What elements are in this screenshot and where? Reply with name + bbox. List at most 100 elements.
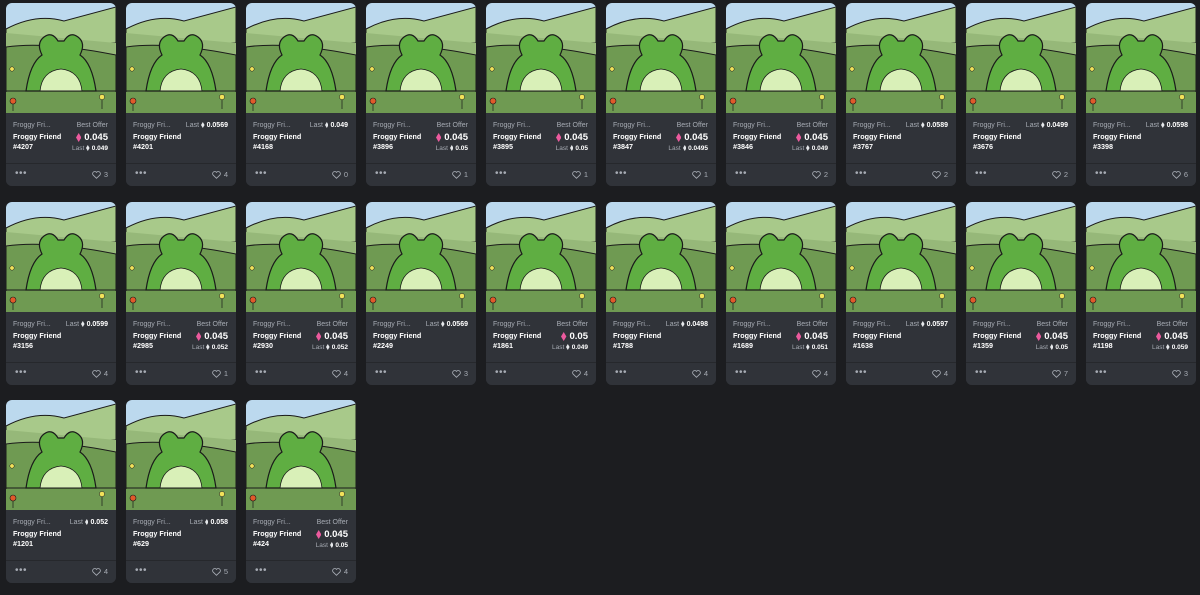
eth-icon xyxy=(195,331,202,341)
favorite-button[interactable]: 2 xyxy=(932,170,948,179)
favorite-button[interactable]: 4 xyxy=(812,369,828,378)
favorite-button[interactable]: 4 xyxy=(332,369,348,378)
more-options-button[interactable]: ••• xyxy=(255,565,267,576)
nft-card-3676[interactable]: Froggy Fri... Froggy Friend #3676 Last 0.… xyxy=(966,3,1076,186)
collection-name: Froggy Fri... xyxy=(253,122,291,129)
more-options-button[interactable]: ••• xyxy=(375,168,387,179)
nft-card-2985[interactable]: Froggy Fri... Froggy Friend #2985 Best Of… xyxy=(126,202,236,385)
more-options-button[interactable]: ••• xyxy=(15,565,27,576)
more-options-button[interactable]: ••• xyxy=(495,168,507,179)
nft-card-4168[interactable]: Froggy Fri... Froggy Friend #4168 Last 0.… xyxy=(246,3,356,186)
nft-card-4207[interactable]: Froggy Fri... Froggy Friend #4207 Best Of… xyxy=(6,3,116,186)
favorite-button[interactable]: 6 xyxy=(1172,170,1188,179)
nft-card-3896[interactable]: Froggy Fri... Froggy Friend #3896 Best Of… xyxy=(366,3,476,186)
more-options-button[interactable]: ••• xyxy=(1095,367,1107,378)
more-options-button[interactable]: ••• xyxy=(975,367,987,378)
nft-card-1788[interactable]: Froggy Fri... Froggy Friend #1788 Last 0.… xyxy=(606,202,716,385)
favorite-button[interactable]: 3 xyxy=(452,369,468,378)
nft-card-1689[interactable]: Froggy Fri... Froggy Friend #1689 Best Of… xyxy=(726,202,836,385)
more-options-button[interactable]: ••• xyxy=(375,367,387,378)
card-info: Froggy Fri... Froggy Friend #4207 Best Of… xyxy=(6,113,116,163)
nft-card-3156[interactable]: Froggy Fri... Froggy Friend #3156 Last 0.… xyxy=(6,202,116,385)
more-options-button[interactable]: ••• xyxy=(135,565,147,576)
token-name: Froggy Friend #3846 xyxy=(733,132,782,151)
price-label: Best Offer xyxy=(556,321,588,328)
froggy-friend-image xyxy=(246,3,356,113)
favorite-button[interactable]: 1 xyxy=(212,369,228,378)
more-options-button[interactable]: ••• xyxy=(855,168,867,179)
more-options-button[interactable]: ••• xyxy=(495,367,507,378)
heart-icon xyxy=(212,171,221,179)
more-options-button[interactable]: ••• xyxy=(135,367,147,378)
favorite-button[interactable]: 1 xyxy=(572,170,588,179)
froggy-friend-image xyxy=(846,3,956,113)
more-options-button[interactable]: ••• xyxy=(255,367,267,378)
more-options-button[interactable]: ••• xyxy=(1095,168,1107,179)
favorite-button[interactable]: 4 xyxy=(212,170,228,179)
token-name: Froggy Friend #3767 xyxy=(853,132,902,151)
nft-card-3895[interactable]: Froggy Fri... Froggy Friend #3895 Best Of… xyxy=(486,3,596,186)
nft-card-2930[interactable]: Froggy Fri... Froggy Friend #2930 Best Of… xyxy=(246,202,356,385)
nft-card-3846[interactable]: Froggy Fri... Froggy Friend #3846 Best Of… xyxy=(726,3,836,186)
more-options-button[interactable]: ••• xyxy=(735,367,747,378)
froggy-friend-image xyxy=(1086,3,1196,113)
nft-card-629[interactable]: Froggy Fri... Froggy Friend #629 Last 0.0… xyxy=(126,400,236,583)
card-info: Froggy Fri... Froggy Friend #3895 Best Of… xyxy=(486,113,596,163)
more-options-button[interactable]: ••• xyxy=(255,168,267,179)
nft-card-2249[interactable]: Froggy Fri... Froggy Friend #2249 Last 0.… xyxy=(366,202,476,385)
collection-name: Froggy Fri... xyxy=(133,122,171,129)
eth-icon xyxy=(326,344,330,351)
favorite-button[interactable]: 3 xyxy=(92,170,108,179)
more-options-button[interactable]: ••• xyxy=(15,168,27,179)
eth-icon xyxy=(1049,344,1054,351)
favorite-button[interactable]: 4 xyxy=(692,369,708,378)
nft-card-424[interactable]: Froggy Fri... Froggy Friend #424 Best Off… xyxy=(246,400,356,583)
favorite-button[interactable]: 1 xyxy=(452,170,468,179)
token-name: Froggy Friend #629 xyxy=(133,529,182,548)
nft-card-1861[interactable]: Froggy Fri... Froggy Friend #1861 Best Of… xyxy=(486,202,596,385)
froggy-friend-image xyxy=(6,400,116,510)
nft-card-1638[interactable]: Froggy Fri... Froggy Friend #1638 Last 0.… xyxy=(846,202,956,385)
froggy-friend-image xyxy=(966,3,1076,113)
collection-name: Froggy Fri... xyxy=(853,122,891,129)
eth-icon xyxy=(561,331,567,341)
card-footer: ••• 0 xyxy=(246,163,356,186)
nft-card-3398[interactable]: Froggy Fri... Froggy Friend #3398 Last 0.… xyxy=(1086,3,1196,186)
nft-card-1198[interactable]: Froggy Fri... Froggy Friend #1198 Best Of… xyxy=(1086,202,1196,385)
favorite-button[interactable]: 5 xyxy=(212,567,228,576)
favorite-button[interactable]: 0 xyxy=(332,170,348,179)
favorite-button[interactable]: 4 xyxy=(92,369,108,378)
more-options-button[interactable]: ••• xyxy=(735,168,747,179)
favorite-button[interactable]: 2 xyxy=(812,170,828,179)
nft-card-3767[interactable]: Froggy Fri... Froggy Friend #3767 Last 0.… xyxy=(846,3,956,186)
card-info: Froggy Fri... Froggy Friend #3676 Last 0.… xyxy=(966,113,1076,163)
favorite-button[interactable]: 4 xyxy=(932,369,948,378)
best-offer-price: 0.045 xyxy=(195,331,228,342)
nft-card-4201[interactable]: Froggy Fri... Froggy Friend #4201 Last 0.… xyxy=(126,3,236,186)
nft-card-1201[interactable]: Froggy Fri... Froggy Friend #1201 Last 0.… xyxy=(6,400,116,583)
more-options-button[interactable]: ••• xyxy=(615,168,627,179)
collection-name: Froggy Fri... xyxy=(1093,321,1131,328)
collection-name: Froggy Fri... xyxy=(373,122,411,129)
collection-name: Froggy Fri... xyxy=(613,122,651,129)
favorite-button[interactable]: 4 xyxy=(332,567,348,576)
favorite-button[interactable]: 3 xyxy=(1172,369,1188,378)
heart-icon xyxy=(1052,370,1061,378)
more-options-button[interactable]: ••• xyxy=(855,367,867,378)
favorite-button[interactable]: 2 xyxy=(1052,170,1068,179)
froggy-friend-image xyxy=(606,3,716,113)
collection-name: Froggy Fri... xyxy=(973,122,1011,129)
favorite-button[interactable]: 7 xyxy=(1052,369,1068,378)
favorite-button[interactable]: 4 xyxy=(572,369,588,378)
nft-card-3847[interactable]: Froggy Fri... Froggy Friend #3847 Best Of… xyxy=(606,3,716,186)
token-name: Froggy Friend #1201 xyxy=(13,529,62,548)
more-options-button[interactable]: ••• xyxy=(975,168,987,179)
more-options-button[interactable]: ••• xyxy=(15,367,27,378)
more-options-button[interactable]: ••• xyxy=(615,367,627,378)
price-label: Best Offer xyxy=(556,122,588,129)
favorite-button[interactable]: 4 xyxy=(92,567,108,576)
nft-card-1359[interactable]: Froggy Fri... Froggy Friend #1359 Best Of… xyxy=(966,202,1076,385)
card-footer: ••• 4 xyxy=(606,362,716,385)
more-options-button[interactable]: ••• xyxy=(135,168,147,179)
favorite-button[interactable]: 1 xyxy=(692,170,708,179)
